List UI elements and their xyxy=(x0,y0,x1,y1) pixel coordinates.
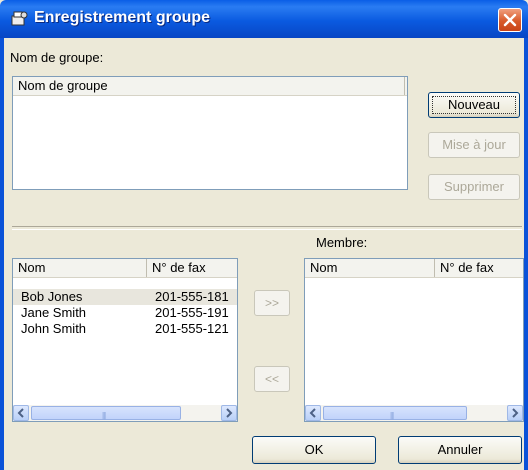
members-hscrollbar[interactable]: ||| xyxy=(305,405,523,421)
column-header-fax[interactable]: N° de fax xyxy=(147,259,237,277)
delete-button[interactable]: Supprimer xyxy=(428,174,520,200)
scroll-right-button[interactable] xyxy=(507,405,523,421)
grip-icon: ||| xyxy=(390,411,394,420)
members-list-header: Nom N° de fax xyxy=(305,259,523,278)
group-list[interactable]: Nom de groupe xyxy=(12,76,408,190)
ok-button[interactable]: OK xyxy=(252,436,376,464)
contacts-hscrollbar[interactable]: ||| xyxy=(13,405,237,421)
group-name-label: Nom de groupe: xyxy=(10,50,104,65)
column-header-group-name[interactable]: Nom de groupe xyxy=(13,77,405,95)
cancel-button[interactable]: Annuler xyxy=(398,436,522,464)
list-item[interactable]: Jane Smith 201-555-191 xyxy=(13,305,237,321)
scroll-thumb[interactable]: ||| xyxy=(31,406,181,420)
list-item[interactable]: Bob Jones 201-555-181 xyxy=(13,289,237,305)
contact-name: Jane Smith xyxy=(21,305,87,320)
dialog-window: Enregistrement groupe Nom de groupe: Nom… xyxy=(0,0,528,470)
window-title: Enregistrement groupe xyxy=(34,9,211,26)
separator xyxy=(12,226,522,230)
new-button[interactable]: Nouveau xyxy=(428,92,520,118)
grip-icon: ||| xyxy=(102,411,106,420)
group-list-header: Nom de groupe xyxy=(13,77,407,96)
chevron-left-icon xyxy=(17,408,24,418)
remove-member-button[interactable]: << xyxy=(254,366,290,392)
add-member-button[interactable]: >> xyxy=(254,290,290,316)
members-list[interactable]: Nom N° de fax ||| xyxy=(304,258,524,422)
contacts-list-header: Nom N° de fax xyxy=(13,259,237,278)
contact-name: Bob Jones xyxy=(21,289,83,304)
focus-rect xyxy=(432,96,516,114)
contact-fax: 201-555-121 xyxy=(155,321,229,336)
title-bar[interactable]: Enregistrement groupe xyxy=(0,0,528,38)
chevron-right-icon xyxy=(226,408,233,418)
contact-name: John Smith xyxy=(21,321,87,336)
app-icon xyxy=(10,10,28,28)
window-frame-left xyxy=(0,38,4,470)
scroll-right-button[interactable] xyxy=(221,405,237,421)
contact-fax: 201-555-191 xyxy=(155,305,229,320)
members-label: Membre: xyxy=(316,235,368,250)
chevron-right-icon xyxy=(512,408,519,418)
update-button[interactable]: Mise à jour xyxy=(428,132,520,158)
scroll-left-button[interactable] xyxy=(13,405,29,421)
column-header-fax[interactable]: N° de fax xyxy=(435,259,523,277)
scroll-left-button[interactable] xyxy=(305,405,321,421)
contacts-list[interactable]: Nom N° de fax Bob Jones 201-555-181 Jane… xyxy=(12,258,238,422)
close-button[interactable] xyxy=(498,8,522,32)
close-icon xyxy=(503,13,517,27)
window-frame-right xyxy=(524,38,528,470)
contact-fax: 201-555-181 xyxy=(155,289,229,304)
chevron-left-icon xyxy=(309,408,316,418)
scroll-thumb[interactable]: ||| xyxy=(323,406,467,420)
column-header-name[interactable]: Nom xyxy=(305,259,435,277)
list-item[interactable]: John Smith 201-555-121 xyxy=(13,321,237,337)
column-header-name[interactable]: Nom xyxy=(13,259,147,277)
